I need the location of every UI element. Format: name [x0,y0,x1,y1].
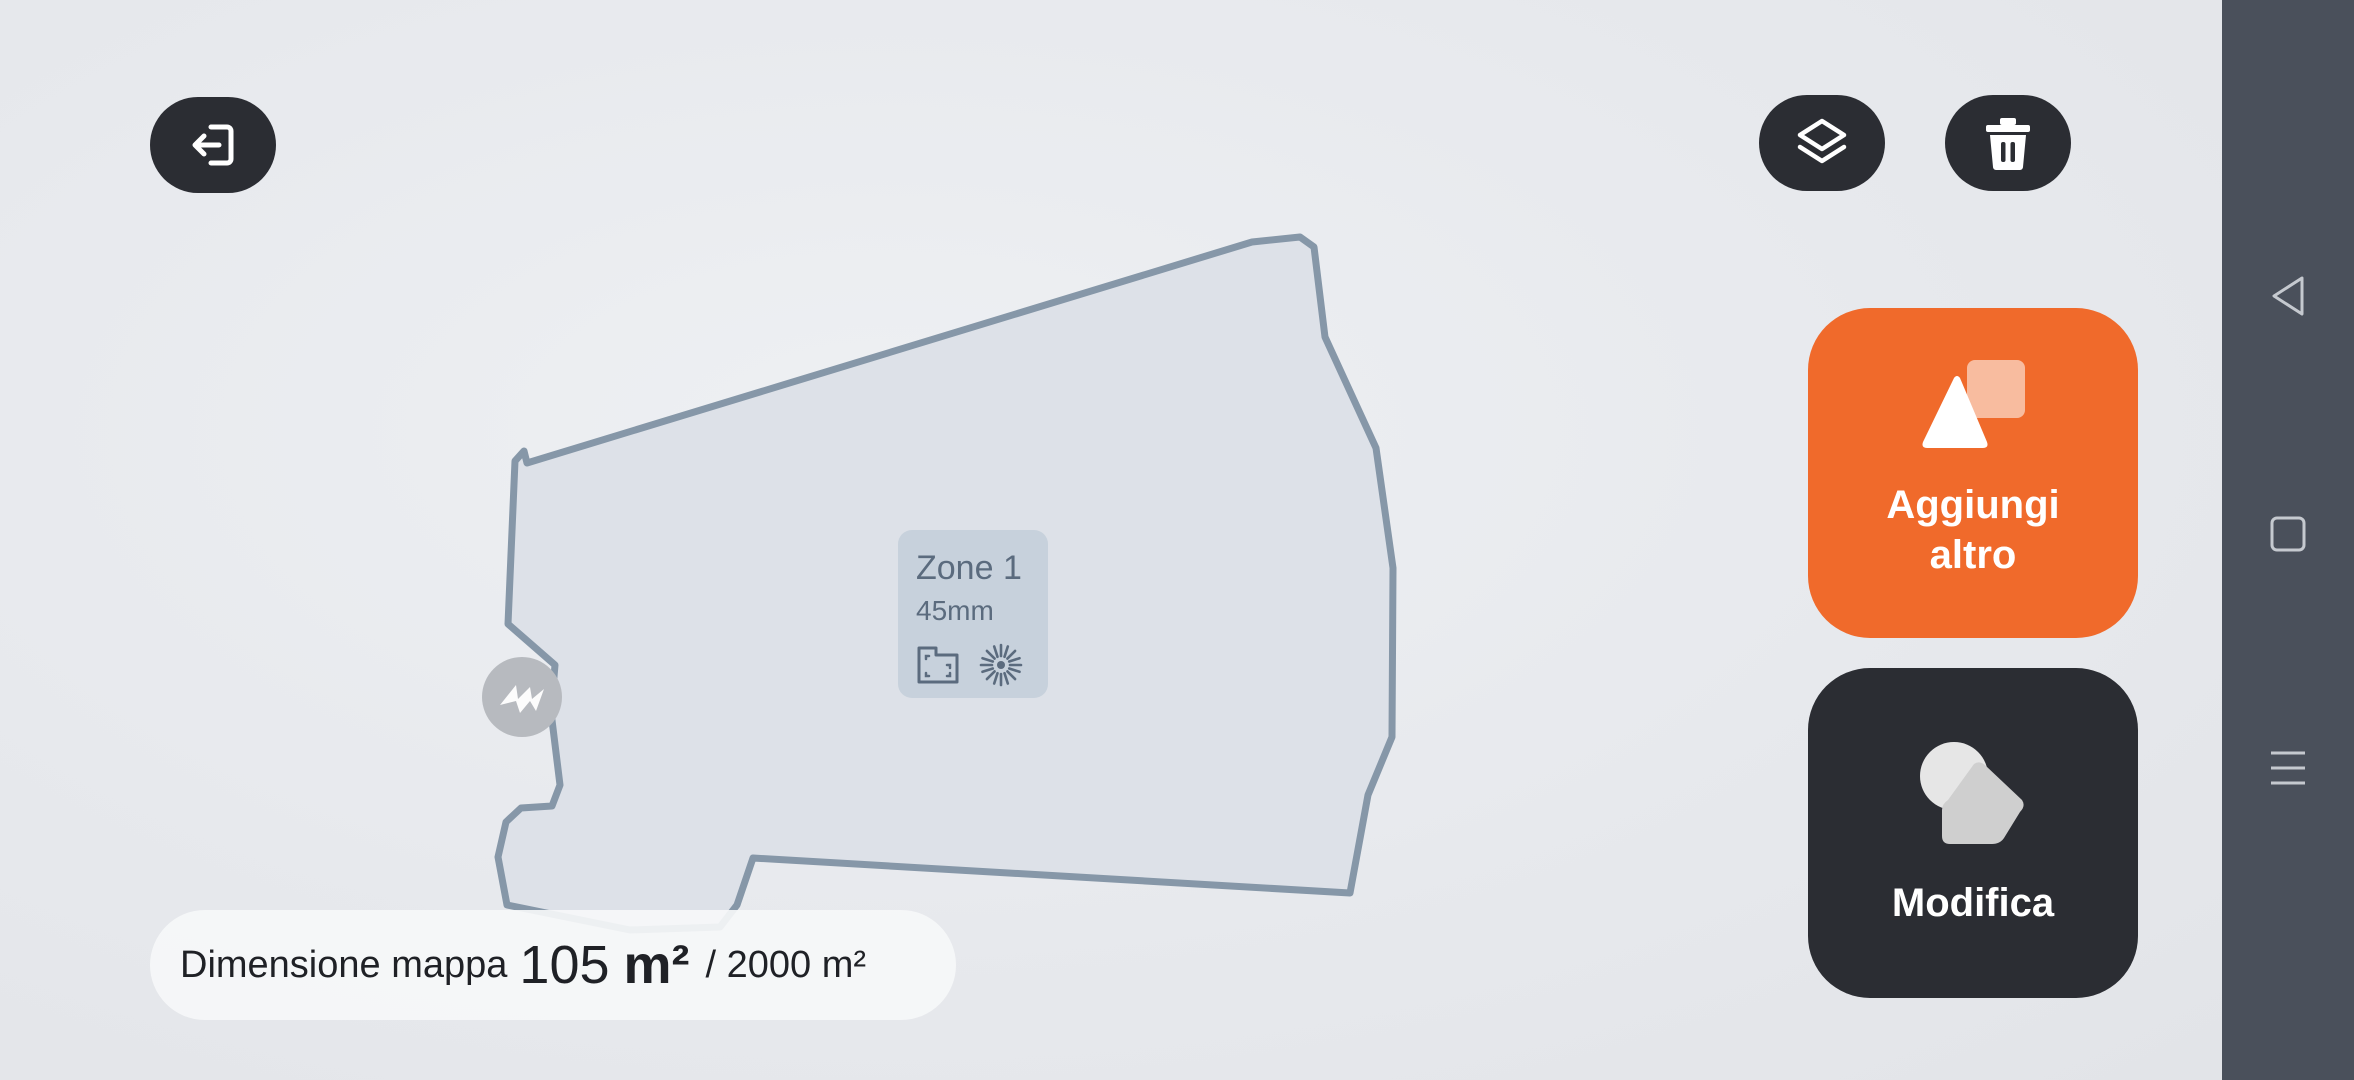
exit-map-button[interactable] [150,97,276,193]
exit-icon [192,124,234,166]
mowing-pattern-icon [979,643,1023,687]
system-menu-button[interactable] [2258,738,2318,798]
edit-shapes-icon [1920,742,2024,844]
map-size-value: 105 [519,935,610,995]
menu-lines-icon [2271,751,2305,785]
zone-label-card[interactable]: Zone 1 45mm [898,530,1048,698]
map-zone-icon [917,646,959,684]
layers-button[interactable] [1759,95,1885,191]
map-canvas[interactable]: Zone 1 45mm Dimensione mappa 105 m² / 20… [0,0,2222,1080]
delete-map-button[interactable] [1945,95,2071,191]
map-size-label: Dimensione mappa [180,943,508,986]
zone-name: Zone 1 [916,549,1022,587]
back-triangle-icon [2272,276,2304,316]
system-back-button[interactable] [2258,266,2318,326]
map-size-indicator: Dimensione mappa 105 m² / 2000 m² [150,910,956,1020]
charging-dock-icon [500,685,544,713]
home-square-icon [2270,516,2306,552]
add-more-label-line2: altro [1929,533,2017,577]
trash-icon [1986,118,2030,170]
map-size-limit: / 2000 m² [705,943,867,986]
system-home-button[interactable] [2258,504,2318,564]
layers-icon [1797,118,1847,164]
add-shapes-icon [1922,360,2025,448]
charging-station[interactable] [482,657,562,737]
edit-label: Modifica [1891,881,2055,925]
zone-cut-height: 45mm [916,595,994,626]
add-more-button[interactable]: Aggiungi altro [1808,308,2138,638]
system-navigation-bar [2222,0,2354,1080]
add-more-label-line1: Aggiungi [1886,483,2060,527]
map-size-unit: m² [623,935,690,995]
edit-button[interactable]: Modifica [1808,668,2138,998]
